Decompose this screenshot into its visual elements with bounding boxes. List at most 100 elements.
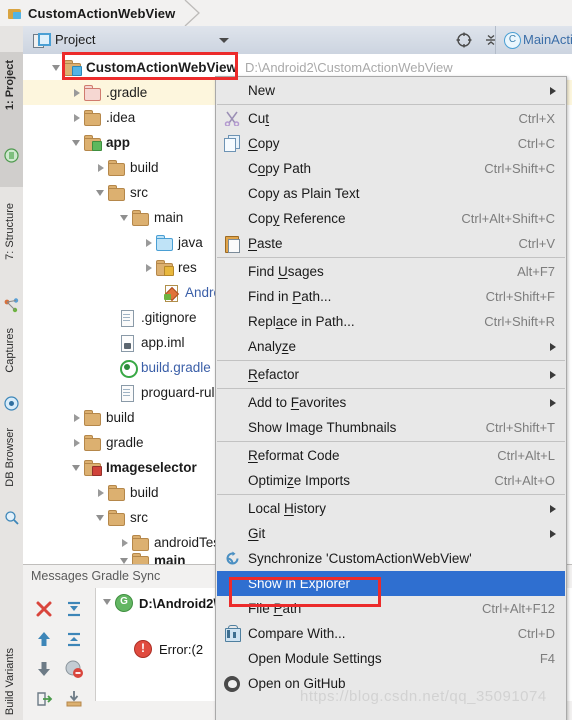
sidebar-item-db-browser[interactable]: DB Browser xyxy=(0,426,23,506)
menu-item-accelerator: Ctrl+Alt+Shift+C xyxy=(461,211,555,226)
chevron-down-icon[interactable] xyxy=(95,180,108,205)
menu-item-local-history[interactable]: Local History xyxy=(217,496,565,521)
menu-item-synchronize[interactable]: Synchronize 'CustomActionWebView' xyxy=(217,546,565,571)
folder-icon xyxy=(84,435,101,451)
menu-item-label: Copy Path xyxy=(248,161,312,176)
chevron-down-icon[interactable] xyxy=(71,455,84,480)
tree-node-app-main[interactable]: main xyxy=(119,205,183,230)
tree-node-res[interactable]: res xyxy=(143,255,197,280)
menu-item-add-to-favorites[interactable]: Add to Favorites xyxy=(217,390,565,415)
tree-node-build-gradle[interactable]: build.gradle xyxy=(119,355,211,380)
menu-item-copy-as-plain-text[interactable]: Copy as Plain Text xyxy=(217,181,565,206)
menu-item-find-in-path[interactable]: Find in Path... Ctrl+Shift+F xyxy=(217,284,565,309)
expand-all-icon[interactable] xyxy=(63,598,85,620)
menu-item-open-module-settings[interactable]: Open Module Settings F4 xyxy=(217,646,565,671)
tree-node-is-main[interactable]: main xyxy=(119,548,186,564)
editor-tab-mainactivity[interactable]: C MainActivity xyxy=(495,26,572,55)
menu-item-paste[interactable]: Paste Ctrl+V xyxy=(217,231,565,256)
tree-node-app-iml[interactable]: app.iml xyxy=(119,330,185,355)
messages-error-row[interactable]: ! Error:(2 xyxy=(134,640,203,658)
chevron-right-icon[interactable] xyxy=(71,80,84,105)
menu-item-git[interactable]: Git xyxy=(217,521,565,546)
menu-item-file-path[interactable]: File Path Ctrl+Alt+F12 xyxy=(217,596,565,621)
chevron-right-icon[interactable] xyxy=(143,230,156,255)
tree-node-gradle[interactable]: gradle xyxy=(71,430,144,455)
tree-node-gradle-dot[interactable]: .gradle xyxy=(71,80,147,105)
tree-node-app-src[interactable]: src xyxy=(95,180,148,205)
filter-warnings-icon[interactable] xyxy=(63,658,85,680)
editor-tab-label: MainActivity xyxy=(523,32,572,47)
chevron-down-icon[interactable] xyxy=(71,130,84,155)
tree-node-is-build[interactable]: build xyxy=(95,480,159,505)
submenu-arrow-icon xyxy=(550,87,556,95)
menu-item-compare-with[interactable]: Compare With... Ctrl+D xyxy=(217,621,565,646)
close-icon[interactable] xyxy=(33,598,55,620)
menu-item-refactor[interactable]: Refactor xyxy=(217,362,565,387)
menu-separator xyxy=(217,257,565,258)
error-icon: ! xyxy=(134,640,152,658)
export-icon[interactable] xyxy=(33,688,55,710)
chevron-right-icon[interactable] xyxy=(143,255,156,280)
chevron-right-icon[interactable] xyxy=(71,430,84,455)
cut-icon xyxy=(224,110,241,127)
project-folder-icon xyxy=(8,7,22,20)
chevron-down-icon[interactable] xyxy=(95,505,108,530)
menu-item-label: Optimize Imports xyxy=(248,473,351,488)
tree-node-java[interactable]: java xyxy=(143,230,203,255)
tree-node-label: .idea xyxy=(106,110,136,125)
menu-item-replace-in-path[interactable]: Replace in Path... Ctrl+Shift+R xyxy=(217,309,565,334)
down-arrow-icon[interactable] xyxy=(33,658,55,680)
breadcrumb-bar: CustomActionWebView xyxy=(0,0,572,27)
chevron-down-icon[interactable] xyxy=(219,38,229,43)
module-folder-icon xyxy=(64,60,82,76)
tree-node-imageselector[interactable]: Imageselector xyxy=(71,455,197,480)
menu-item-reformat-code[interactable]: Reformat Code Ctrl+Alt+L xyxy=(217,443,565,468)
chevron-right-icon[interactable] xyxy=(95,155,108,180)
tree-node-build[interactable]: build xyxy=(71,405,135,430)
tree-node-app[interactable]: app xyxy=(71,130,130,155)
class-icon: C xyxy=(504,32,521,49)
locate-icon[interactable] xyxy=(455,31,473,49)
folder-icon xyxy=(108,160,125,176)
menu-item-cut[interactable]: Cut Ctrl+X xyxy=(217,106,565,131)
sidebar-item-project[interactable]: 1: Project xyxy=(0,58,23,144)
collapse-all-icon[interactable] xyxy=(63,628,85,650)
tree-node-gitignore[interactable]: .gitignore xyxy=(119,305,197,330)
menu-item-accelerator: F4 xyxy=(539,651,555,666)
menu-item-accelerator: Alt+F7 xyxy=(517,264,555,279)
chevron-right-icon[interactable] xyxy=(71,405,84,430)
menu-item-new[interactable]: New xyxy=(217,78,565,103)
menu-separator xyxy=(217,441,565,442)
menu-item-label: Find Usages xyxy=(248,264,324,279)
menu-item-copy-path[interactable]: Copy Path Ctrl+Shift+C xyxy=(217,156,565,181)
menu-item-optimize-imports[interactable]: Optimize Imports Ctrl+Alt+O xyxy=(217,468,565,493)
import-icon[interactable] xyxy=(63,688,85,710)
sidebar-item-captures[interactable]: Captures xyxy=(0,326,23,392)
tree-node-label: src xyxy=(130,185,148,200)
menu-item-show-in-explorer[interactable]: Show in Explorer xyxy=(217,571,565,596)
chevron-right-icon[interactable] xyxy=(95,480,108,505)
chevron-down-icon[interactable] xyxy=(119,205,132,230)
sidebar-item-structure[interactable]: 7: Structure xyxy=(0,201,23,293)
menu-item-copy-reference[interactable]: Copy Reference Ctrl+Alt+Shift+C xyxy=(217,206,565,231)
watermark: https://blog.csdn.net/qq_35091074 xyxy=(300,688,547,705)
context-menu[interactable]: New Cut Ctrl+X Copy Ctrl+C Copy Path Ctr… xyxy=(215,76,567,720)
menu-item-label: Show in Explorer xyxy=(248,576,351,591)
tree-node-idea[interactable]: .idea xyxy=(71,105,135,130)
chevron-down-icon[interactable] xyxy=(51,55,64,80)
tree-node-app-build[interactable]: build xyxy=(95,155,159,180)
breadcrumb-project[interactable]: CustomActionWebView xyxy=(8,3,175,23)
chevron-down-icon[interactable] xyxy=(119,548,132,564)
chevron-right-icon[interactable] xyxy=(71,105,84,130)
paste-icon xyxy=(224,235,241,253)
tree-node-label: build xyxy=(130,485,159,500)
up-arrow-icon[interactable] xyxy=(33,628,55,650)
menu-item-show-image-thumbnails[interactable]: Show Image Thumbnails Ctrl+Shift+T xyxy=(217,415,565,440)
menu-item-analyze[interactable]: Analyze xyxy=(217,334,565,359)
tree-node-is-src[interactable]: src xyxy=(95,505,148,530)
menu-item-find-usages[interactable]: Find Usages Alt+F7 xyxy=(217,259,565,284)
sidebar-item-build-variants[interactable]: Build Variants xyxy=(0,646,23,720)
tree-node-label: main xyxy=(154,553,186,564)
menu-item-copy[interactable]: Copy Ctrl+C xyxy=(217,131,565,156)
project-panel-title: Project xyxy=(55,32,96,47)
